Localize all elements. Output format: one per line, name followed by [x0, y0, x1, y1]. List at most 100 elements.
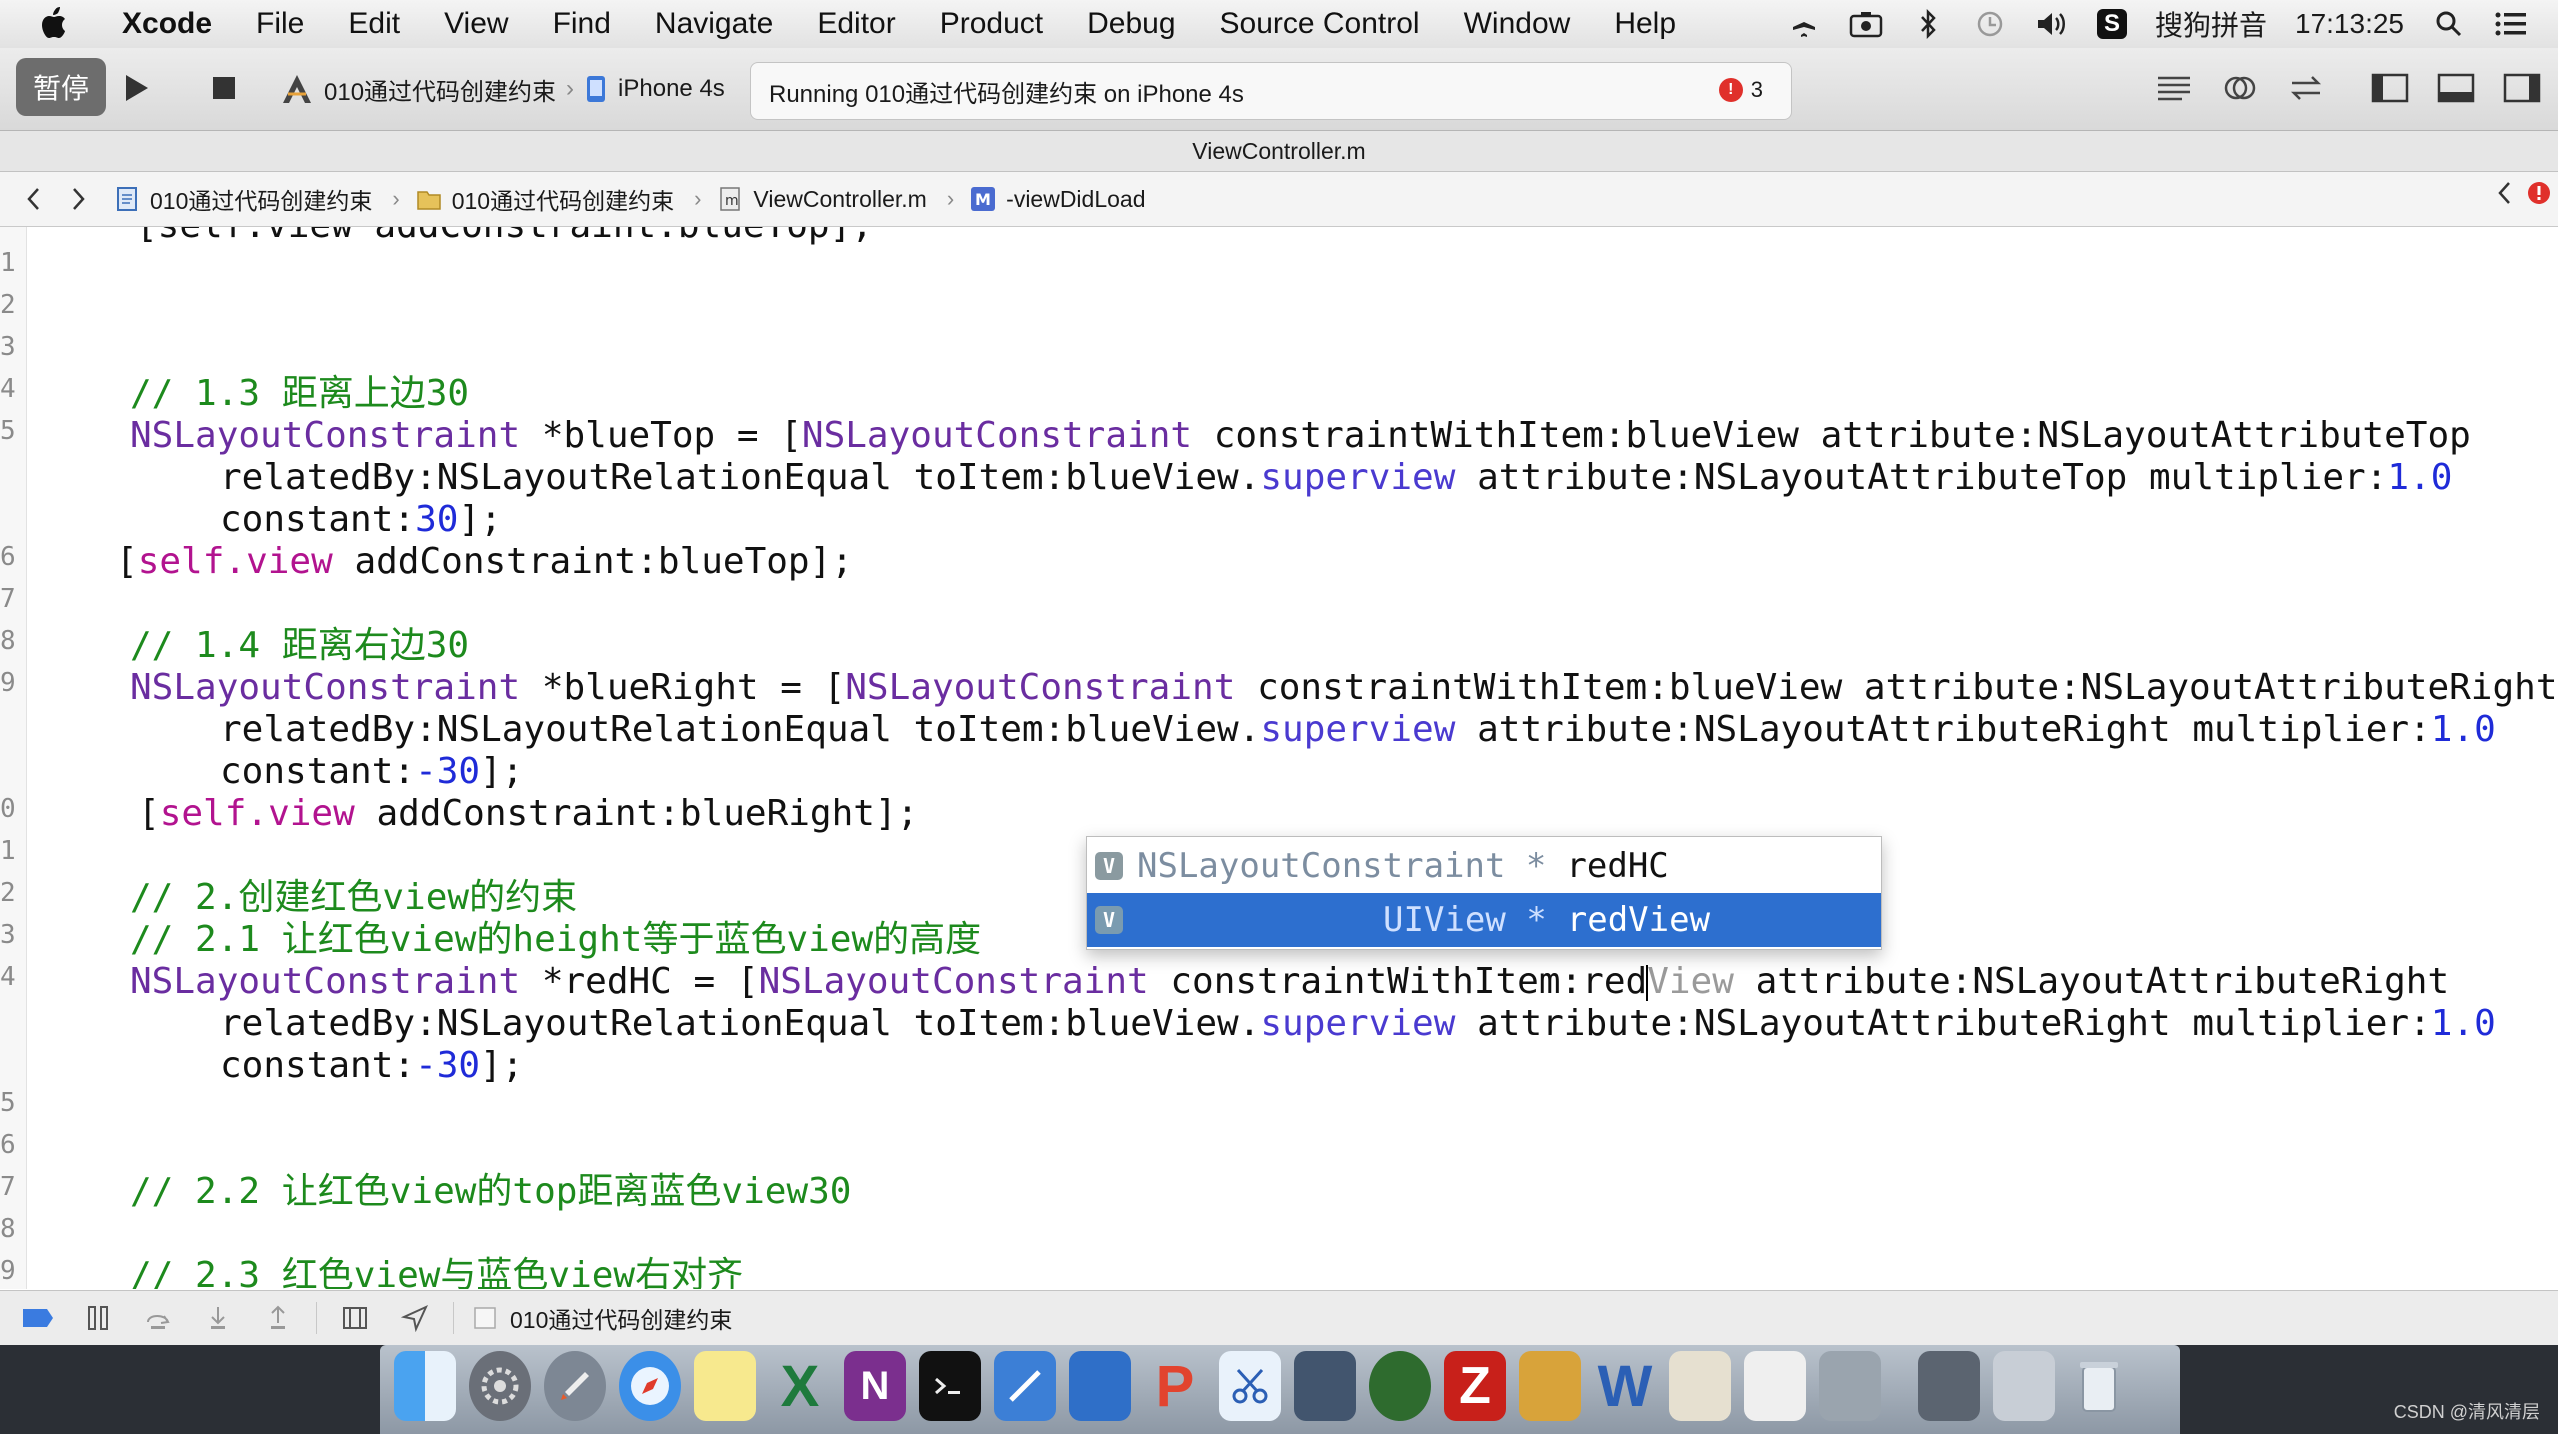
preview-icon[interactable]	[1819, 1351, 1881, 1421]
watermark-text: CSDN @清风清层	[2393, 1402, 2540, 1422]
standard-editor-icon[interactable]	[2148, 64, 2200, 112]
spotlight-search-icon[interactable]	[2432, 7, 2466, 41]
scissors-tool-icon[interactable]	[1219, 1351, 1281, 1421]
objc-file-icon: m	[720, 187, 741, 211]
menu-file[interactable]: File	[234, 7, 326, 41]
menu-product[interactable]: Product	[918, 7, 1065, 41]
error-badge[interactable]: ! 3	[1718, 77, 1763, 103]
debug-bar: 010通过代码创建约束	[0, 1290, 2558, 1345]
breakpoints-toggle-icon[interactable]	[16, 1296, 60, 1340]
step-over-icon[interactable]	[136, 1296, 180, 1340]
code-text[interactable]: [self.view addConstraint:blueTop]; // 1.…	[0, 227, 2558, 1289]
ime-sogou-icon[interactable]: S	[2096, 9, 2127, 39]
menu-clock[interactable]: 17:13:25	[2295, 8, 2404, 40]
folder-dock-icon[interactable]	[1069, 1351, 1131, 1421]
notification-center-icon[interactable]	[2494, 7, 2528, 41]
view-debugger-icon[interactable]	[333, 1296, 377, 1340]
step-out-icon[interactable]	[256, 1296, 300, 1340]
variable-badge-icon: V	[1095, 906, 1123, 934]
editor-filename: ViewController.m	[1192, 137, 1366, 164]
code-line: constant:-30];	[220, 1045, 523, 1087]
safari-icon[interactable]	[619, 1351, 681, 1421]
back-arrow-icon[interactable]	[14, 179, 54, 219]
apple-menu-icon[interactable]	[38, 1, 84, 47]
bluetooth-icon[interactable]	[1911, 7, 1945, 41]
scheme-selector[interactable]: 010通过代码创建约束 › iPhone 4s	[280, 66, 725, 112]
menu-edit[interactable]: Edit	[326, 7, 422, 41]
related-items-arrow-icon[interactable]	[2496, 180, 2514, 212]
assistant-editor-icon[interactable]	[2214, 64, 2266, 112]
menu-navigate[interactable]: Navigate	[633, 7, 795, 41]
code-token: // 1.4 距离右边30	[130, 625, 470, 666]
code-token: NSLayoutConstraint	[801, 415, 1193, 456]
pause-button[interactable]: 暂停	[16, 58, 106, 116]
code-line-current: NSLayoutConstraint *redHC = [NSLayoutCon…	[130, 961, 2449, 1003]
step-into-icon[interactable]	[196, 1296, 240, 1340]
launchpad-icon[interactable]	[544, 1351, 606, 1421]
onenote-icon[interactable]: N	[844, 1351, 906, 1421]
completion-item-selected[interactable]: V UIView * redView	[1087, 893, 1881, 947]
code-token: attribute:NSLayoutAttributeRight multipl…	[1455, 709, 2431, 750]
issue-indicator-icon[interactable]	[2526, 180, 2552, 212]
jump-crumb-group[interactable]: 010通过代码创建约束 ›	[416, 182, 701, 216]
code-token: ];	[480, 1045, 524, 1086]
error-icon: !	[1718, 78, 1743, 102]
jump-separator-icon: ›	[946, 186, 955, 211]
editor-title-bar: ViewController.m	[0, 131, 2558, 172]
utilities-toggle-icon[interactable]	[2496, 64, 2548, 112]
imovie-icon[interactable]	[1294, 1351, 1356, 1421]
code-line: [self.view addConstraint:blueTop];	[116, 541, 853, 583]
variable-badge-icon: V	[1095, 852, 1123, 880]
debug-target-label[interactable]: 010通过代码创建约束	[510, 1301, 732, 1335]
navigator-toggle-icon[interactable]	[2364, 64, 2416, 112]
airplane-icon[interactable]	[1787, 7, 1821, 41]
menu-view[interactable]: View	[422, 7, 530, 41]
screen-record-icon[interactable]	[1849, 7, 1883, 41]
menu-app-xcode[interactable]: Xcode	[116, 7, 234, 41]
code-token: attribute:NSLayoutAttributeRight	[1733, 961, 2450, 1002]
volume-icon[interactable]	[2035, 7, 2069, 41]
simulate-location-icon[interactable]	[393, 1296, 437, 1340]
completion-item[interactable]: V NSLayoutConstraint * redHC	[1087, 839, 1881, 893]
powerpoint-icon[interactable]: P	[1144, 1351, 1206, 1421]
error-count: 3	[1750, 77, 1763, 102]
menu-window[interactable]: Window	[1442, 7, 1593, 41]
xcode-dock-icon[interactable]	[994, 1351, 1056, 1421]
menu-editor[interactable]: Editor	[795, 7, 917, 41]
stop-button[interactable]	[198, 62, 250, 114]
code-token: // 2.2 让红色view的top距离蓝色view30	[130, 1171, 852, 1212]
jump-crumb-project[interactable]: 010通过代码创建约束 ›	[114, 182, 400, 216]
code-line: NSLayoutConstraint *blueTop = [NSLayoutC…	[130, 415, 2471, 457]
menu-find[interactable]: Find	[531, 7, 633, 41]
device-name: iPhone 4s	[618, 75, 725, 102]
pause-execution-icon[interactable]	[76, 1296, 120, 1340]
ime-label[interactable]: 搜狗拼音	[2155, 4, 2267, 44]
version-editor-icon[interactable]	[2280, 64, 2332, 112]
network-tool-icon[interactable]	[1369, 1351, 1431, 1421]
word-icon[interactable]: W	[1594, 1351, 1656, 1421]
jump-crumb-file[interactable]: m ViewController.m ›	[717, 186, 954, 213]
downloads-stack-icon[interactable]	[1918, 1351, 1980, 1421]
documents-stack-icon[interactable]	[1993, 1351, 2055, 1421]
excel-icon[interactable]: X	[769, 1351, 831, 1421]
notes-icon[interactable]	[694, 1351, 756, 1421]
run-button[interactable]	[110, 62, 162, 114]
trash-icon[interactable]	[2068, 1351, 2130, 1421]
system-preferences-icon[interactable]	[469, 1351, 531, 1421]
terminal-icon[interactable]	[919, 1351, 981, 1421]
scheme-name: 010通过代码创建约束	[324, 78, 557, 106]
menu-help[interactable]: Help	[1592, 7, 1698, 41]
forward-arrow-icon[interactable]	[58, 179, 98, 219]
text-edit-icon[interactable]	[1744, 1351, 1806, 1421]
time-machine-icon[interactable]	[1973, 7, 2007, 41]
font-book-icon[interactable]	[1669, 1351, 1731, 1421]
completion-item-type: NSLayoutConstraint *	[1137, 846, 1547, 886]
menu-debug[interactable]: Debug	[1065, 7, 1197, 41]
source-editor[interactable]: 1 2 3 4 5 6 7 8 9 0 1 2 3 4 5 6 7 8 9 [s…	[0, 227, 2558, 1289]
tools-icon[interactable]	[1519, 1351, 1581, 1421]
jump-crumb-method[interactable]: M -viewDidLoad	[970, 186, 1146, 213]
filezilla-icon[interactable]: Z	[1444, 1351, 1506, 1421]
debug-area-toggle-icon[interactable]	[2430, 64, 2482, 112]
finder-icon[interactable]	[394, 1351, 456, 1421]
menu-source-control[interactable]: Source Control	[1198, 7, 1442, 41]
